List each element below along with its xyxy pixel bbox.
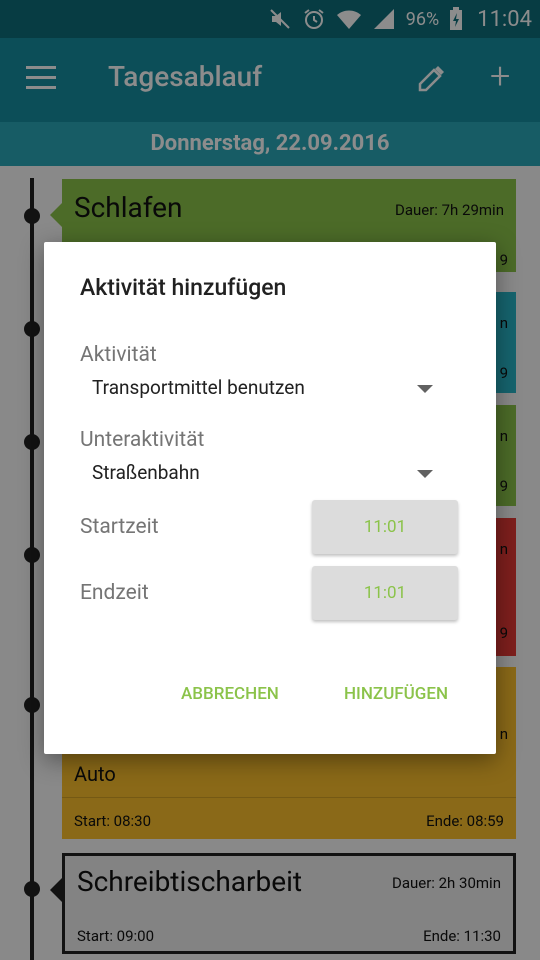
chevron-down-icon xyxy=(417,470,433,478)
chevron-down-icon xyxy=(417,385,433,393)
subactivity-dropdown[interactable]: Straßenbahn xyxy=(80,459,450,491)
end-time-button[interactable]: 11:01 xyxy=(312,566,458,620)
activity-value: Transportmittel benutzen xyxy=(92,376,305,399)
activity-dropdown[interactable]: Transportmittel benutzen xyxy=(80,374,450,406)
activity-label: Aktivität xyxy=(80,343,157,367)
add-activity-dialog: Aktivität hinzufügen Aktivität Transport… xyxy=(44,242,496,754)
subactivity-label: Unteraktivität xyxy=(80,428,205,452)
end-time-label: Endzeit xyxy=(80,581,149,605)
add-button[interactable]: HINZUFÜGEN xyxy=(344,684,448,704)
start-time-button[interactable]: 11:01 xyxy=(312,500,458,554)
cancel-button[interactable]: ABBRECHEN xyxy=(181,684,279,704)
subactivity-value: Straßenbahn xyxy=(92,461,200,484)
start-time-label: Startzeit xyxy=(80,515,159,539)
dialog-title: Aktivität hinzufügen xyxy=(80,274,287,301)
